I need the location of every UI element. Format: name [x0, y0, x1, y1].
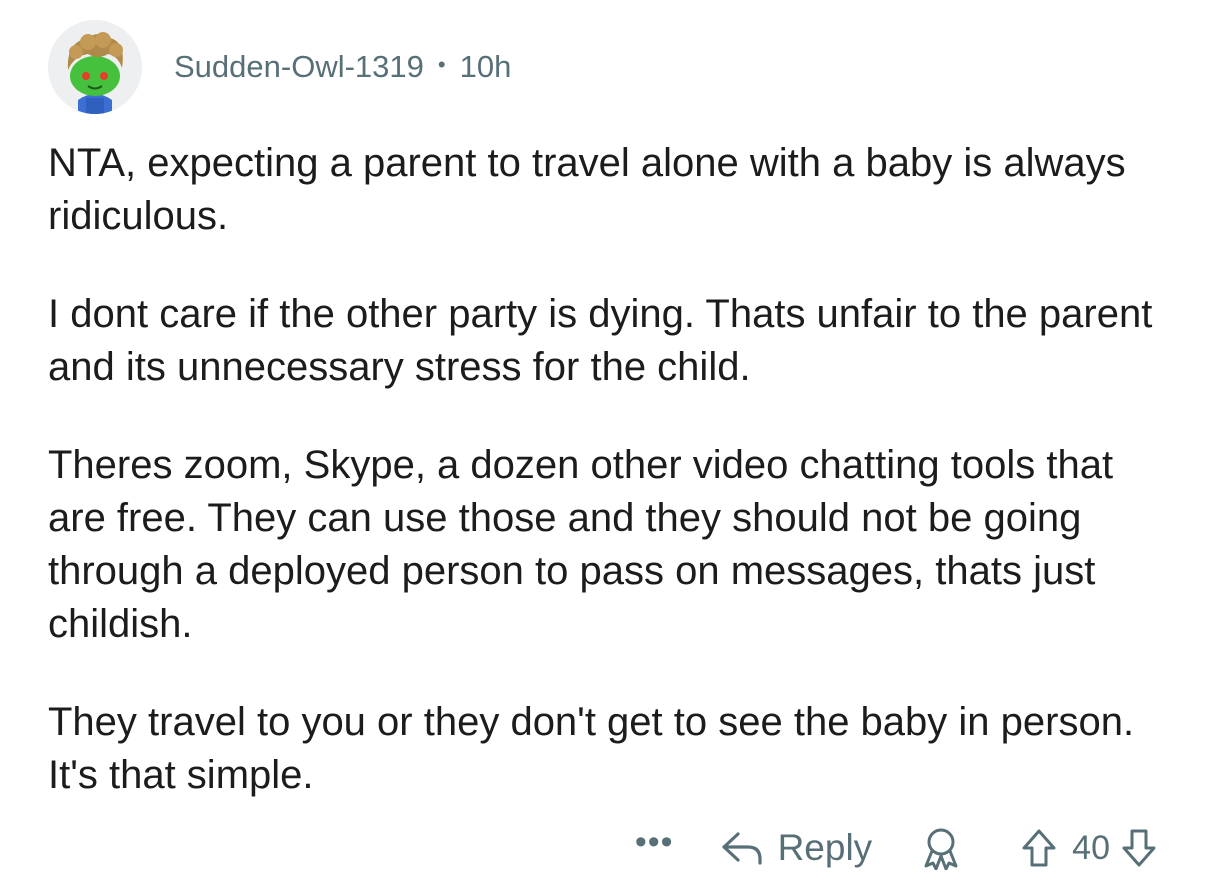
comment: Sudden-Owl-1319 • 10h NTA, expecting a p…: [0, 0, 1206, 880]
comment-body: NTA, expecting a parent to travel alone …: [48, 137, 1178, 847]
comment-actions: ••• Reply 40: [635, 818, 1158, 878]
author-username[interactable]: Sudden-Owl-1319: [174, 49, 424, 85]
comment-age: 10h: [459, 49, 512, 84]
award-icon: [924, 828, 958, 870]
downvote-arrow-icon[interactable]: [1120, 828, 1158, 868]
comment-paragraph: They travel to you or they don't get to …: [48, 700, 1135, 797]
comment-paragraph: NTA, expecting a parent to travel alone …: [48, 141, 1126, 238]
more-options-button[interactable]: •••: [635, 823, 674, 862]
award-button[interactable]: [920, 826, 962, 870]
upvote-arrow-icon[interactable]: [1020, 828, 1058, 868]
comment-header: Sudden-Owl-1319 • 10h: [48, 20, 511, 114]
comment-paragraph: Theres zoom, Skype, a dozen other video …: [48, 443, 1114, 646]
comment-meta: Sudden-Owl-1319 • 10h: [174, 49, 511, 85]
reply-button[interactable]: Reply: [720, 827, 873, 869]
vote-score: 40: [1072, 828, 1110, 867]
comment-paragraph: I dont care if the other party is dying.…: [48, 292, 1153, 389]
reply-label: Reply: [777, 827, 873, 868]
snoo-avatar-icon[interactable]: [48, 20, 142, 114]
meta-separator: •: [437, 52, 446, 77]
vote-controls: 40: [1020, 828, 1158, 868]
reply-arrow-icon: [721, 832, 762, 865]
